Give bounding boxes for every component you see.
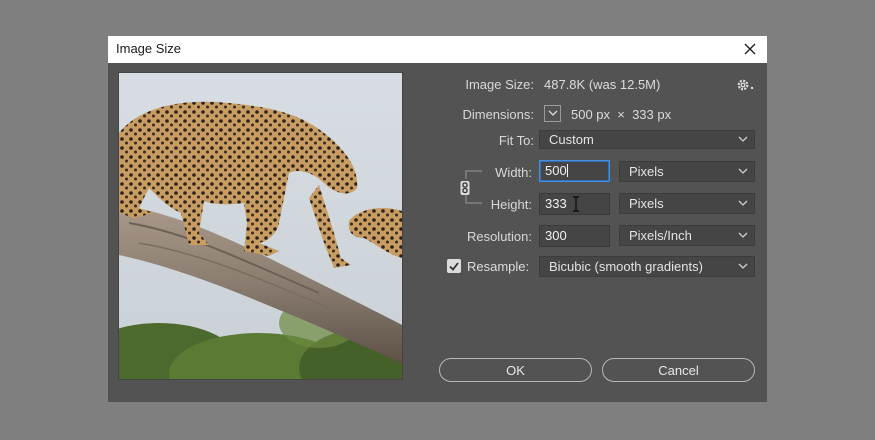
cancel-button[interactable]: Cancel: [602, 358, 755, 382]
width-input[interactable]: 500: [539, 160, 610, 182]
dialog-title: Image Size: [116, 41, 182, 56]
image-preview[interactable]: [118, 72, 403, 380]
resample-method-value: Bicubic (smooth gradients): [549, 259, 703, 274]
resolution-unit-value: Pixels/Inch: [629, 228, 692, 243]
close-button[interactable]: [739, 38, 761, 60]
image-size-value: 487.8K (was 12.5M): [544, 77, 661, 92]
resolution-value: 300: [545, 228, 567, 243]
ok-button[interactable]: OK: [439, 358, 592, 382]
close-icon: [744, 43, 756, 55]
width-label: Width:: [495, 165, 532, 180]
chevron-down-icon: [738, 200, 748, 206]
image-size-dialog: Image Size Image Size: 487.8K (was 12.5M…: [108, 36, 767, 402]
height-value: 333: [545, 196, 567, 211]
height-label: Height:: [490, 197, 532, 212]
checkmark-icon: [449, 261, 459, 271]
leopard-photo: [119, 73, 402, 379]
height-unit-select[interactable]: Pixels: [619, 193, 755, 214]
chevron-down-icon: [738, 263, 748, 269]
settings-button[interactable]: [736, 77, 756, 93]
fit-to-select[interactable]: Custom: [539, 130, 755, 149]
chevron-down-icon: [738, 136, 748, 142]
resolution-input[interactable]: 300: [539, 225, 610, 247]
fit-to-value: Custom: [549, 132, 594, 147]
chevron-down-icon: [738, 232, 748, 238]
resample-label: Resample:: [467, 259, 530, 274]
resample-checkbox[interactable]: [447, 259, 461, 273]
chevron-down-icon: [548, 110, 557, 116]
width-unit-select[interactable]: Pixels: [619, 161, 755, 182]
dimensions-dropdown-button[interactable]: [544, 105, 561, 122]
chain-link-icon: [460, 181, 470, 195]
resolution-unit-select[interactable]: Pixels/Inch: [619, 225, 755, 246]
image-size-label: Image Size:: [465, 77, 534, 92]
resample-method-select[interactable]: Bicubic (smooth gradients): [539, 256, 755, 277]
i-beam-cursor-icon: [573, 196, 579, 212]
chevron-down-icon: [738, 168, 748, 174]
dimensions-label: Dimensions:: [462, 107, 534, 122]
height-unit-value: Pixels: [629, 196, 664, 211]
width-unit-value: Pixels: [629, 164, 664, 179]
width-value: 500: [545, 163, 567, 178]
dimensions-value: 500 px × 333 px: [571, 107, 672, 122]
resolution-label: Resolution:: [466, 229, 532, 244]
text-caret: [566, 164, 568, 177]
gear-icon: [737, 79, 754, 91]
constrain-proportions-button[interactable]: [458, 180, 472, 196]
dialog-titlebar: Image Size: [108, 36, 767, 63]
fit-to-label: Fit To:: [498, 133, 534, 148]
